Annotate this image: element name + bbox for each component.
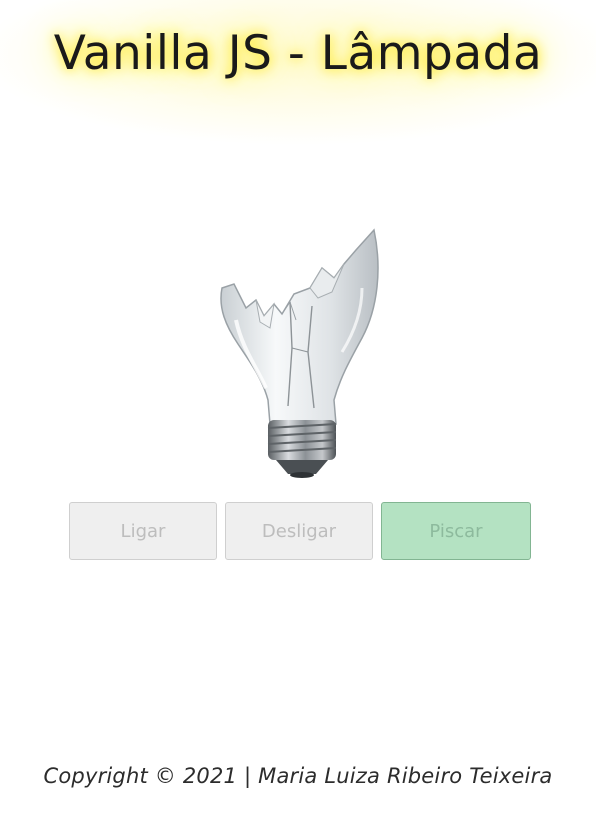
blink-button[interactable]: Piscar	[381, 502, 531, 560]
footer-copyright: Copyright © 2021 | Maria Luiza Ribeiro T…	[43, 764, 553, 788]
page: Vanilla JS - Lâmpada Ligar Desligar Pisc…	[0, 0, 596, 835]
lamp-controls: Ligar Desligar Piscar	[69, 502, 531, 562]
turn-off-button[interactable]: Desligar	[225, 502, 373, 560]
turn-on-button[interactable]: Ligar	[69, 502, 217, 560]
broken-light-bulb-icon	[212, 228, 384, 478]
page-title: Vanilla JS - Lâmpada	[53, 26, 543, 81]
